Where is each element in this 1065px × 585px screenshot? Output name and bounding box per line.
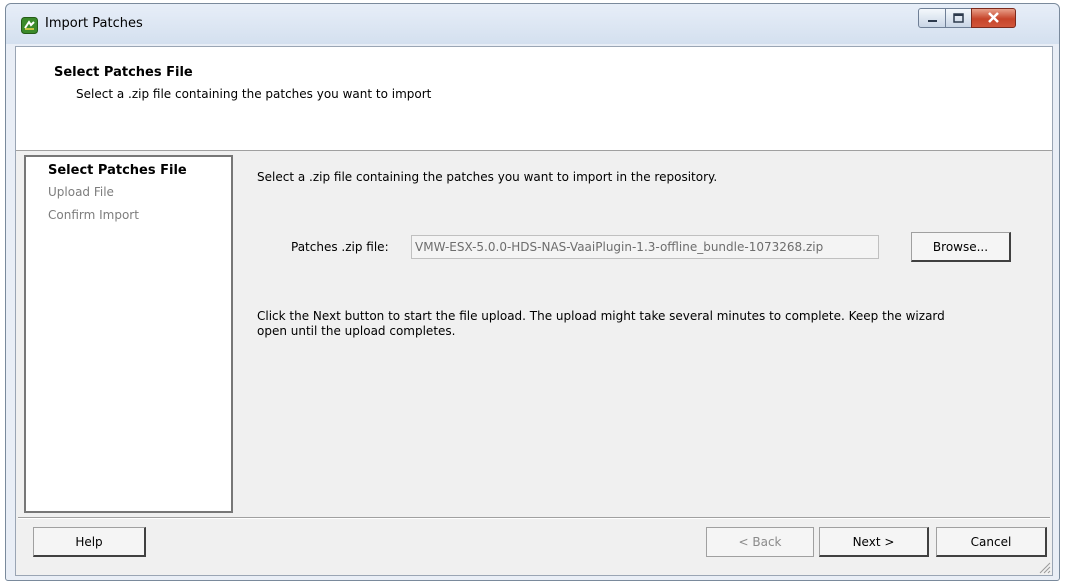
next-button[interactable]: Next > [819, 527, 929, 557]
wizard-body: Select Patches File Select a .zip file c… [15, 46, 1053, 576]
vsphere-app-icon [21, 17, 38, 34]
upload-note: Click the Next button to start the file … [257, 309, 945, 338]
minimize-button[interactable] [918, 8, 946, 28]
help-button[interactable]: Help [33, 527, 146, 557]
window-title: Import Patches [45, 16, 143, 31]
step-select-patches-file: Select Patches File [48, 163, 187, 178]
patches-zip-label: Patches .zip file: [291, 240, 389, 254]
title-bar[interactable]: Import Patches [6, 4, 1059, 44]
step-confirm-import: Confirm Import [48, 208, 139, 222]
close-icon [988, 12, 999, 23]
header-description: Select a .zip file containing the patche… [76, 87, 432, 101]
resize-grip-icon[interactable] [1037, 560, 1051, 574]
step-upload-file: Upload File [48, 185, 114, 199]
browse-button[interactable]: Browse... [911, 232, 1011, 262]
instruction-text: Select a .zip file containing the patche… [257, 170, 718, 184]
footer-separator [18, 517, 1050, 519]
back-button[interactable]: < Back [706, 527, 814, 557]
cancel-button[interactable]: Cancel [936, 527, 1047, 557]
close-button[interactable] [971, 8, 1016, 28]
wizard-steps-panel: Select Patches File Upload File Confirm … [24, 155, 233, 513]
minimize-icon [928, 20, 937, 22]
header-title: Select Patches File [54, 65, 193, 80]
import-patches-window: Import Patches Select Patches File Selec… [5, 3, 1060, 581]
maximize-button[interactable] [945, 8, 972, 28]
wizard-header: Select Patches File Select a .zip file c… [16, 47, 1052, 151]
maximize-icon [953, 13, 964, 23]
patches-zip-field[interactable]: VMW-ESX-5.0.0-HDS-NAS-VaaiPlugin-1.3-off… [411, 235, 879, 259]
